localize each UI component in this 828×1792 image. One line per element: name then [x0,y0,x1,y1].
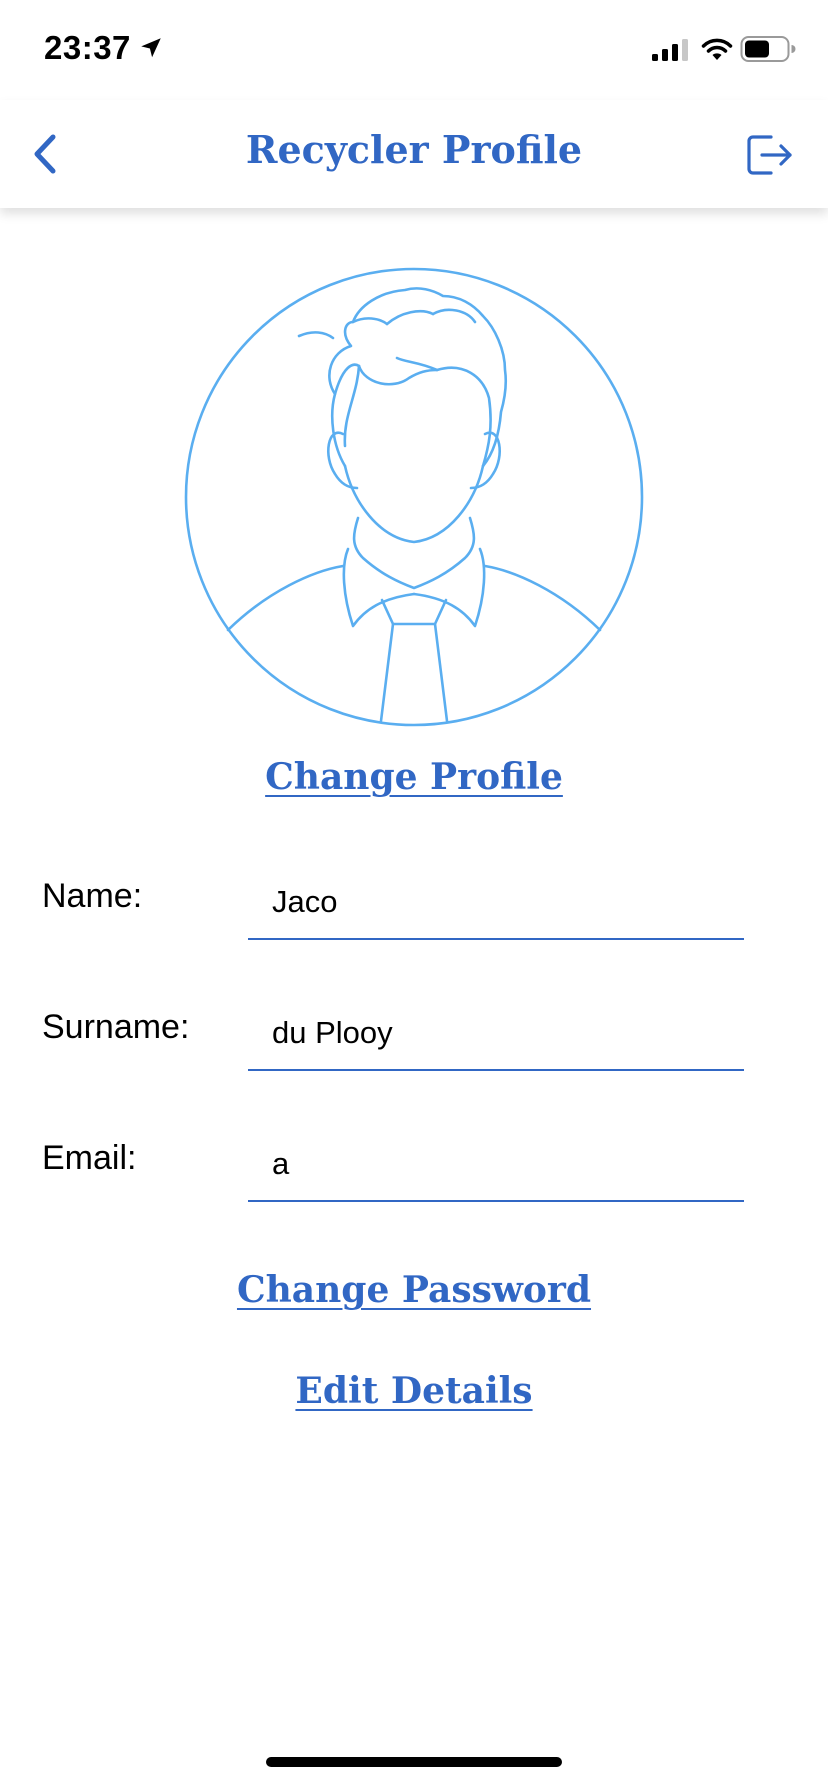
wifi-icon [701,38,733,60]
name-label: Name: [42,877,143,915]
name-input[interactable] [248,866,744,940]
home-indicator[interactable] [266,1757,562,1767]
email-input[interactable] [248,1128,744,1202]
logout-icon [747,135,792,175]
edit-details-link[interactable]: Edit Details [295,1370,532,1412]
status-time: 23:37 [44,29,131,66]
change-password-link-row: Change Password [0,1269,828,1311]
edit-details-link-row: Edit Details [0,1370,828,1412]
logout-button[interactable] [742,130,798,180]
page-title: Recycler Profile [245,127,583,172]
cellular-signal-icon [652,39,688,61]
email-row: Email: [0,1114,828,1214]
location-arrow-icon [141,38,161,58]
surname-input[interactable] [248,997,744,1071]
change-profile-link-row: Change Profile [0,756,828,798]
user-avatar-icon [184,267,644,727]
surname-label: Surname: [42,1008,190,1046]
battery-icon [740,36,796,62]
change-password-link[interactable]: Change Password [237,1269,591,1311]
navigation-bar: Recycler Profile [0,100,828,208]
change-profile-link[interactable]: Change Profile [265,756,563,798]
surname-row: Surname: [0,983,828,1083]
status-bar: 23:37 [0,0,828,100]
email-label: Email: [42,1139,137,1177]
name-row: Name: [0,852,828,952]
